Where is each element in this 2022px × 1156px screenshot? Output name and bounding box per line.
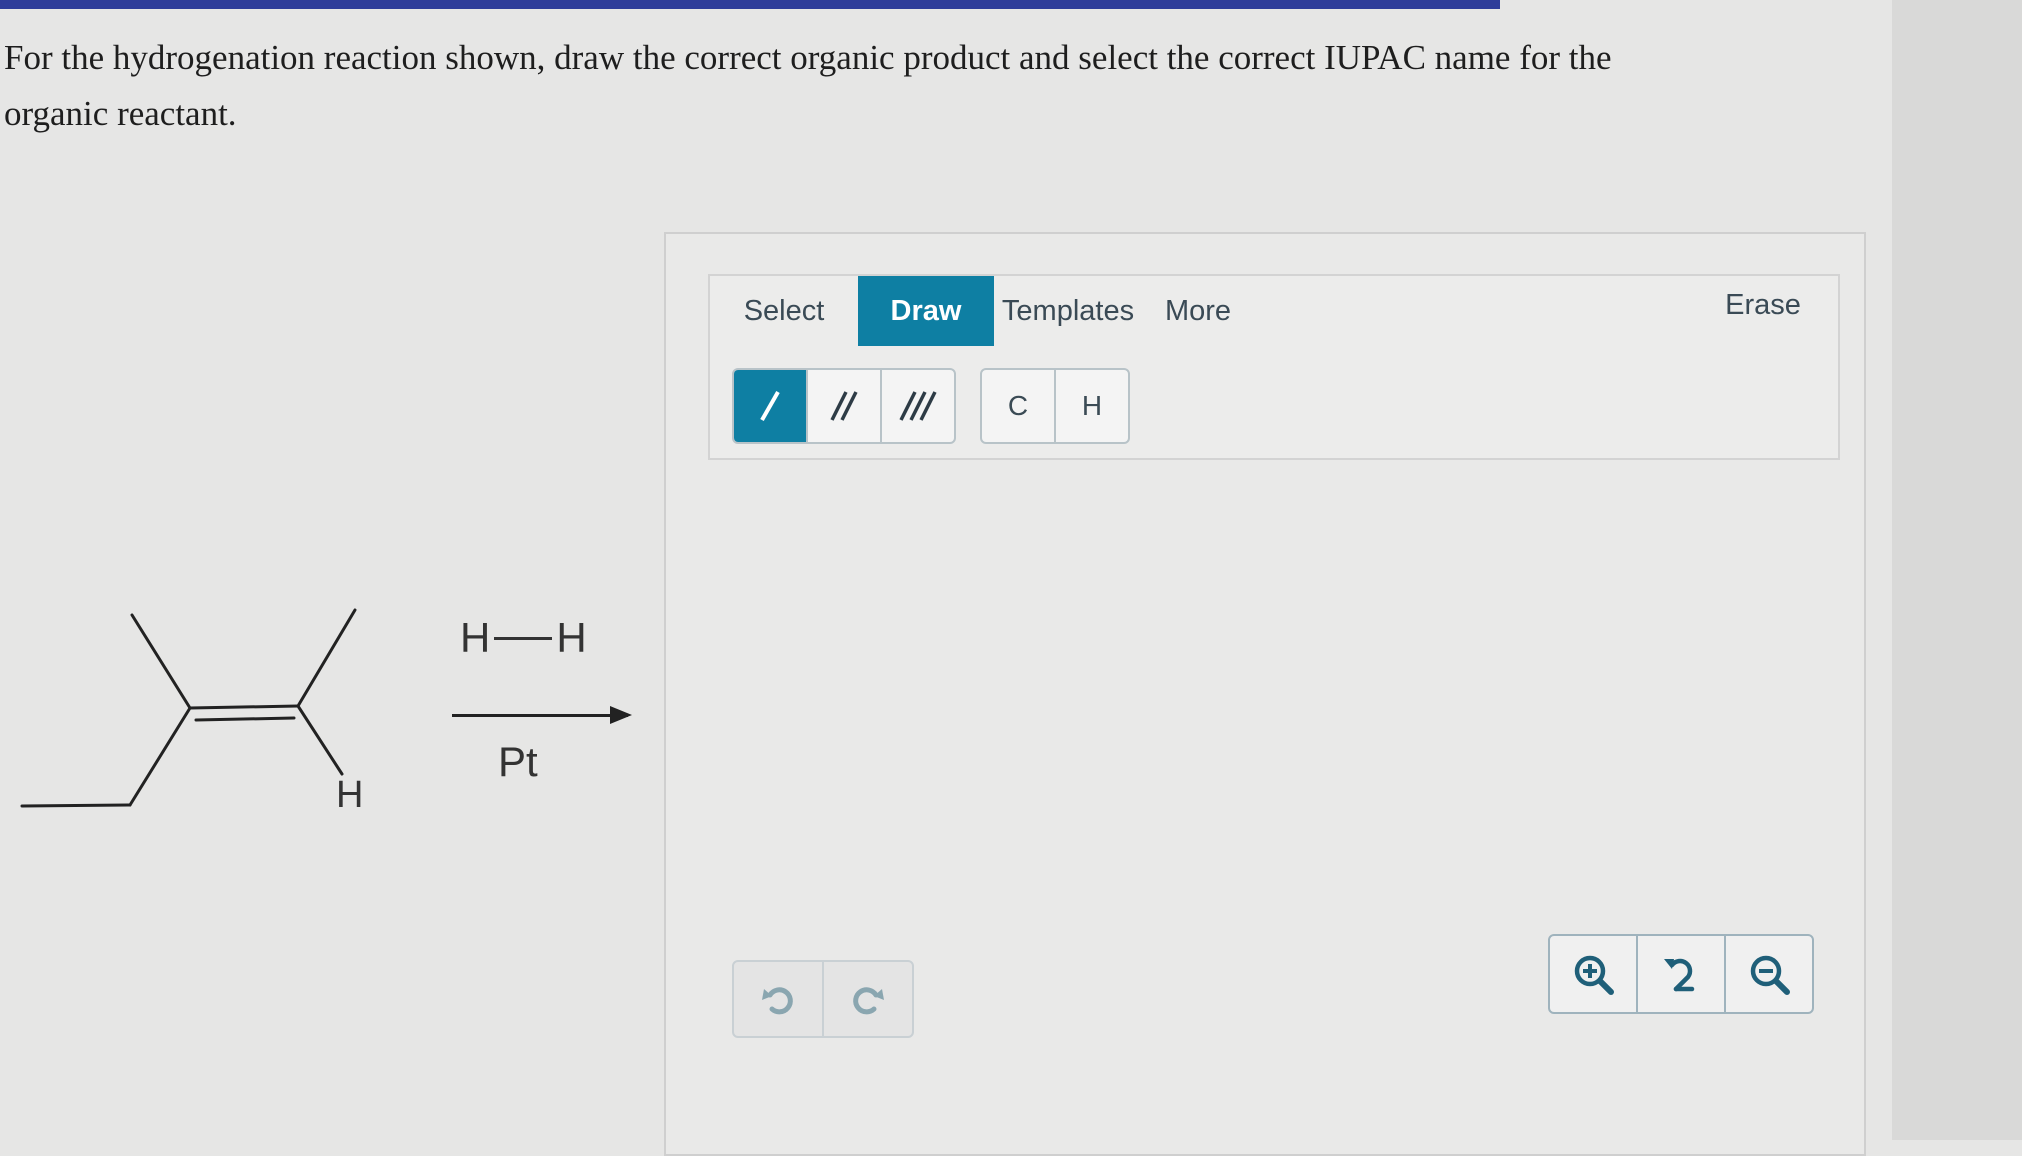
bond-double-a [188,704,300,710]
reagent-h-right: H [556,614,587,661]
double-bond-button[interactable] [808,370,882,442]
bond-to-h [296,704,344,776]
hydrogen-atom-label: H [336,774,364,816]
bond-methyl-left-top [130,613,192,710]
zoom-tools [1548,934,1814,1014]
reagent-h2: HH [460,614,587,662]
catalyst-label: Pt [498,738,538,785]
molecule-editor: Select Draw Templates More Erase C H [664,232,1866,1156]
top-banner [0,0,1500,9]
bond-tools [732,368,956,444]
triple-bond-button[interactable] [882,370,954,442]
single-bond-icon [760,391,780,421]
tool-panel: C H [708,346,1840,460]
redo-button[interactable] [824,962,912,1036]
editor-tabbar: Select Draw Templates More Erase [708,274,1840,350]
reagent-h-left: H [460,614,491,661]
reaction-arrow [452,706,632,724]
erase-button[interactable]: Erase [1708,270,1818,340]
bond-methyl-right-top [296,608,357,708]
triple-bond-icon [899,391,937,421]
undo-button[interactable] [734,962,824,1036]
carbon-atom-button[interactable]: C [982,370,1056,442]
double-bond-icon [830,391,858,421]
tab-templates[interactable]: Templates [994,276,1142,346]
single-bond-button[interactable] [734,370,808,442]
zoom-out-button[interactable] [1726,936,1812,1012]
reset-zoom-button[interactable] [1638,936,1726,1012]
redo-icon [853,987,884,1015]
bond-double-b [194,716,296,722]
undo-icon [762,987,793,1015]
reagent-bond [494,637,553,641]
zoom-in-button[interactable] [1550,936,1638,1012]
zoom-out-icon [1750,955,1790,995]
reactant-structure [20,608,357,808]
atom-tools: C H [980,368,1130,444]
reset-zoom-icon [1664,958,1695,992]
bond-ethyl-down [128,706,192,807]
tab-more[interactable]: More [1142,276,1254,346]
page-edge [1892,0,2022,1140]
zoom-in-icon [1574,955,1614,995]
history-tools [732,960,914,1038]
question-text: For the hydrogenation reaction shown, dr… [4,38,1612,133]
bond-ethyl-end [20,803,132,808]
tab-select[interactable]: Select [710,276,858,346]
hydrogen-atom-button[interactable]: H [1056,370,1128,442]
tab-draw[interactable]: Draw [858,276,994,346]
